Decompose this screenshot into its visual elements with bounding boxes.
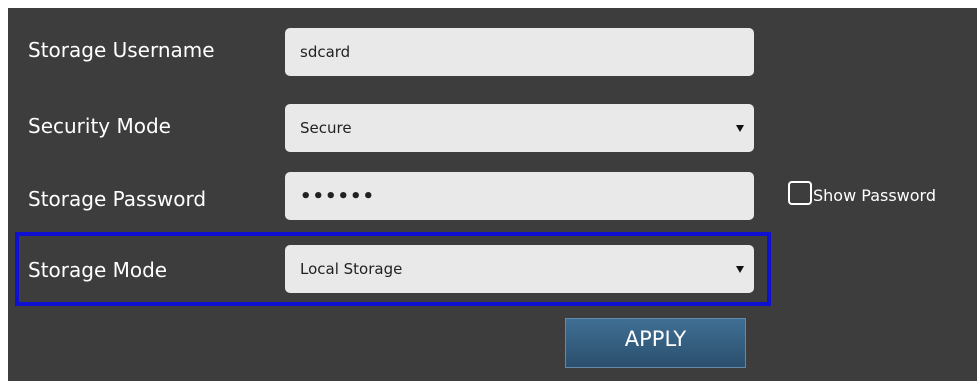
apply-button[interactable]: APPLY <box>565 318 746 368</box>
storage-mode-value: Local Storage <box>300 260 403 278</box>
storage-settings-panel: Storage Username sdcard Security Mode Se… <box>8 8 977 381</box>
security-mode-label: Security Mode <box>28 114 171 138</box>
storage-username-label: Storage Username <box>28 38 215 62</box>
storage-password-value: •••••• <box>300 185 376 207</box>
storage-password-label: Storage Password <box>28 187 207 211</box>
show-password-checkbox[interactable] <box>788 181 812 205</box>
chevron-down-icon <box>736 265 744 273</box>
storage-password-input[interactable]: •••••• <box>285 172 754 220</box>
chevron-down-icon <box>736 124 744 132</box>
security-mode-select[interactable]: Secure <box>285 104 754 152</box>
security-mode-value: Secure <box>300 119 352 137</box>
storage-mode-label: Storage Mode <box>28 258 168 282</box>
storage-username-input[interactable]: sdcard <box>285 28 754 76</box>
show-password-toggle[interactable]: Show Password <box>788 181 936 205</box>
show-password-label: Show Password <box>813 186 936 205</box>
storage-username-value: sdcard <box>300 43 351 61</box>
storage-mode-select[interactable]: Local Storage <box>285 245 754 293</box>
